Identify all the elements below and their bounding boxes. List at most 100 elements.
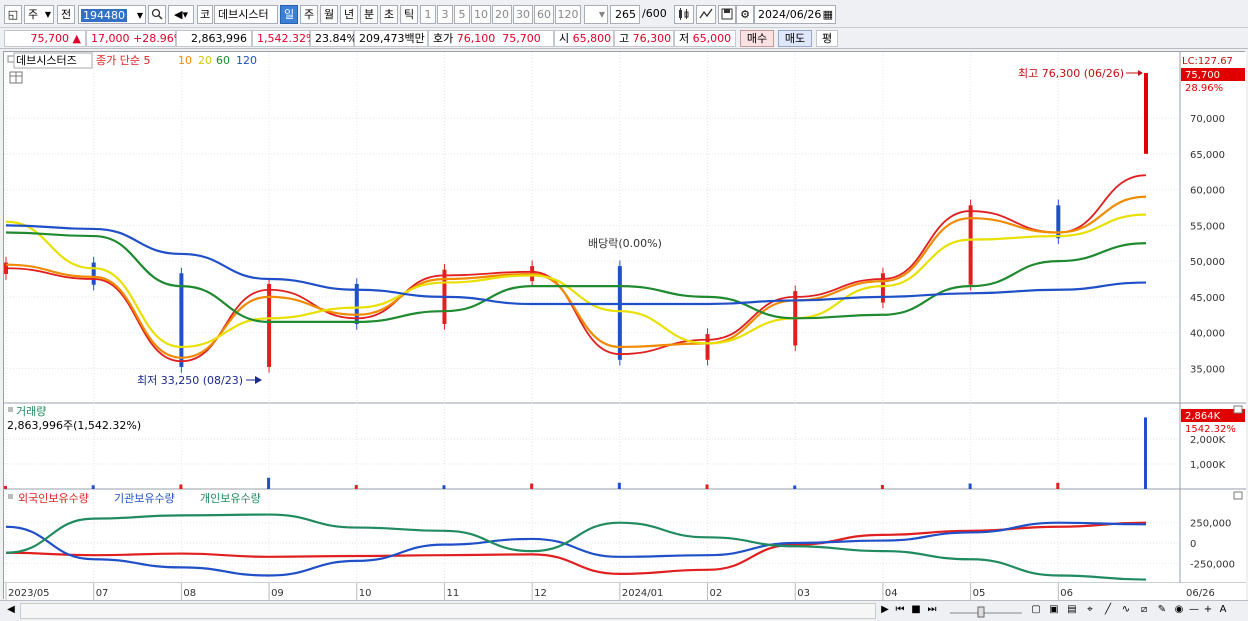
candle-body bbox=[617, 266, 622, 360]
interval-custom-select[interactable]: ▼ bbox=[584, 5, 608, 24]
scroll-bar[interactable]: ◀ ▶ ⏮ ■ ⏭ ▢ ▣ ▤ ⌖ ╱ ∿ ⧄ ✎ ◉ — + A bbox=[0, 600, 1248, 621]
sell-button[interactable]: 매도 bbox=[778, 30, 812, 47]
period-year-tab[interactable]: 년 bbox=[340, 5, 358, 24]
step-forward-icon[interactable]: ⏭ bbox=[925, 603, 939, 619]
eval-button[interactable]: 평 bbox=[816, 30, 838, 47]
volume-bar bbox=[1056, 482, 1060, 489]
period-second-tab[interactable]: 초 bbox=[380, 5, 398, 24]
close-panel-icon[interactable] bbox=[1233, 491, 1243, 500]
interval-1-button[interactable]: 1 bbox=[420, 5, 436, 24]
x-tick-label: 2024/01 bbox=[622, 588, 664, 599]
stock-code-input[interactable]: 194480 ▼ bbox=[78, 5, 146, 24]
draw-channel-icon[interactable]: ⧄ bbox=[1136, 603, 1152, 619]
compare-chart-icon[interactable] bbox=[696, 5, 716, 24]
period-tick-tab[interactable]: 틱 bbox=[400, 5, 418, 24]
ask-label: 호가 bbox=[433, 32, 454, 45]
high-annotation: 최고 76,300 (06/26) bbox=[1018, 67, 1124, 80]
price-change: 17,000 bbox=[91, 32, 130, 45]
turnover-cell: 23.84% bbox=[310, 30, 357, 47]
interval-5-button[interactable]: 5 bbox=[454, 5, 470, 24]
open-price: 65,800 bbox=[572, 32, 612, 45]
dividend-annotation: 배당락(0.00%) bbox=[588, 237, 662, 250]
search-icon[interactable] bbox=[148, 5, 166, 24]
interval-120-button[interactable]: 120 bbox=[555, 5, 581, 24]
volume-cell: 2,863,996 bbox=[176, 30, 252, 47]
chart-area[interactable]: 데브시스터즈 종가 단순 5 10 20 60 120 최고 76,300 (0… bbox=[3, 51, 1246, 600]
toolbar-main: ◱ 주 ▼ 전 194480 ▼ ◀▾ 코 데브시스터 일 주 월 년 분 초 틱 … bbox=[0, 0, 1248, 28]
candle-type-icon[interactable] bbox=[674, 5, 694, 24]
low-cell: 저 65,000 bbox=[674, 30, 736, 47]
x-tick-label: 02 bbox=[710, 588, 723, 599]
x-tick-label: 03 bbox=[797, 588, 810, 599]
volume-bar bbox=[705, 484, 709, 489]
volume-title: 거래량 bbox=[16, 405, 46, 418]
market-tag: 코 bbox=[197, 5, 213, 24]
interval-60-button[interactable]: 60 bbox=[534, 5, 554, 24]
close-panel-icon[interactable] bbox=[1233, 405, 1243, 414]
ma-legend-20: 20 bbox=[198, 54, 212, 67]
panel-toggle-icon[interactable] bbox=[8, 407, 13, 412]
layout-2-icon[interactable]: ▣ bbox=[1046, 603, 1062, 619]
interval-20-button[interactable]: 20 bbox=[492, 5, 512, 24]
interval-3-button[interactable]: 3 bbox=[437, 5, 453, 24]
period-month-tab[interactable]: 월 bbox=[320, 5, 338, 24]
save-icon[interactable] bbox=[718, 5, 736, 24]
holdings-tick-label: 0 bbox=[1190, 539, 1196, 550]
market-kind-select[interactable]: 주 ▼ bbox=[24, 5, 54, 24]
volume-bar bbox=[1144, 417, 1147, 489]
draw-tool-icon[interactable]: ✎ bbox=[1154, 603, 1170, 619]
stock-name-field[interactable]: 데브시스터 bbox=[214, 5, 278, 24]
period-week-tab[interactable]: 주 bbox=[300, 5, 318, 24]
step-back-icon[interactable]: ⏮ bbox=[893, 603, 907, 619]
volume-ratio-cell: 1,542.32% bbox=[252, 30, 316, 47]
draw-wave-icon[interactable]: ∿ bbox=[1118, 603, 1134, 619]
stop-icon[interactable]: ■ bbox=[909, 603, 923, 619]
chart-svg[interactable]: 데브시스터즈 종가 단순 5 10 20 60 120 최고 76,300 (0… bbox=[4, 52, 1246, 600]
gear-icon[interactable]: ⚙ bbox=[736, 5, 754, 24]
count-max-label: /600 bbox=[642, 7, 667, 20]
period-day-tab[interactable]: 일 bbox=[280, 5, 298, 24]
candle-body bbox=[705, 334, 710, 360]
volume-tick-label: 1,000K bbox=[1190, 460, 1226, 471]
x-tick-label: 11 bbox=[446, 588, 459, 599]
draw-line-icon[interactable]: ╱ bbox=[1100, 603, 1116, 619]
x-tick-label: 08 bbox=[183, 588, 196, 599]
lc-label: LC:127.67 bbox=[1182, 56, 1233, 67]
volume-bar bbox=[968, 483, 972, 489]
high-cell: 고 76,300 bbox=[614, 30, 674, 47]
count-input[interactable]: 265 bbox=[610, 5, 640, 24]
speaker-icon[interactable]: ◀▾ bbox=[168, 5, 194, 24]
volume-bar bbox=[179, 484, 183, 489]
high-price: 76,300 bbox=[632, 32, 672, 45]
crosshair-icon[interactable]: ⌖ bbox=[1082, 603, 1098, 619]
camera-icon[interactable]: ◉ bbox=[1172, 603, 1186, 619]
scroll-track[interactable] bbox=[20, 603, 876, 619]
interval-10-button[interactable]: 10 bbox=[471, 5, 491, 24]
layout-3-icon[interactable]: ▤ bbox=[1064, 603, 1080, 619]
x-tick-label: 07 bbox=[96, 588, 109, 599]
volume-tick-label: 2,000K bbox=[1190, 435, 1226, 446]
period-minute-tab[interactable]: 분 bbox=[360, 5, 378, 24]
calendar-icon: ▦ bbox=[822, 8, 833, 21]
buy-button[interactable]: 매수 bbox=[740, 30, 774, 47]
panel-toggle-icon[interactable] bbox=[8, 494, 13, 499]
window-menu-icon[interactable]: ◱ bbox=[4, 5, 22, 24]
zoom-in-icon[interactable]: + bbox=[1202, 603, 1214, 619]
layout-1-icon[interactable]: ▢ bbox=[1028, 603, 1044, 619]
x-tick-label: 05 bbox=[973, 588, 986, 599]
x-tick-label: 2023/05 bbox=[8, 588, 50, 599]
x-tick-label: 06/26 bbox=[1186, 588, 1215, 599]
zoom-slider[interactable] bbox=[948, 603, 1024, 619]
ask-bid-cell: 호가 76,100 75,700 bbox=[428, 30, 554, 47]
prev-button[interactable]: 전 bbox=[57, 5, 75, 24]
candle-body bbox=[880, 273, 885, 303]
scroll-right-icon[interactable]: ▶ bbox=[878, 603, 892, 619]
scroll-left-icon[interactable]: ◀ bbox=[4, 603, 18, 619]
interval-30-button[interactable]: 30 bbox=[513, 5, 533, 24]
zoom-out-icon[interactable]: — bbox=[1188, 603, 1200, 619]
volume-tag: 2,864K bbox=[1185, 411, 1221, 422]
font-size-icon[interactable]: A bbox=[1216, 603, 1230, 619]
holdings-legend-foreign: 외국인보유수량 bbox=[18, 492, 89, 505]
date-input[interactable]: 2024/06/26 ▦ bbox=[754, 5, 836, 24]
chevron-down-icon: ▼ bbox=[136, 11, 143, 20]
